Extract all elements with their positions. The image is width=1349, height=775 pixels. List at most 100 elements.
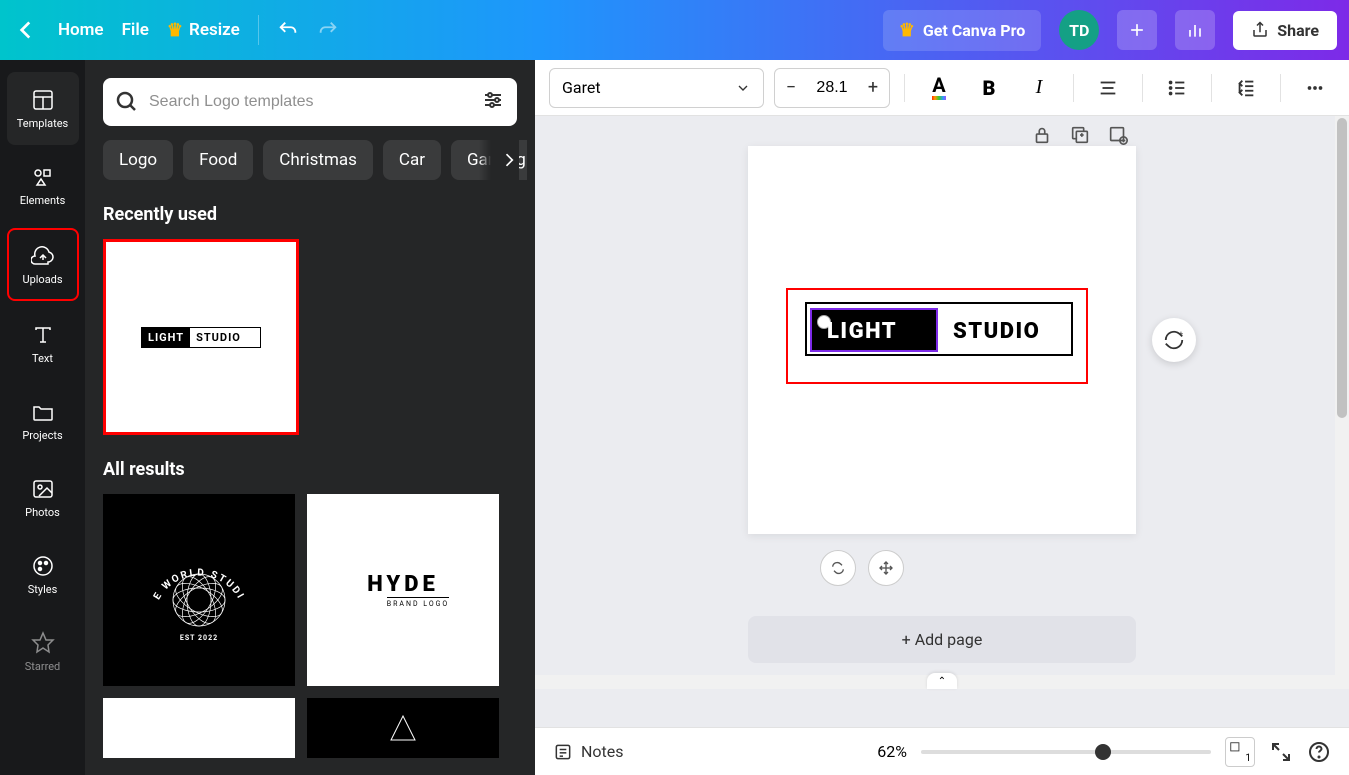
redo-button[interactable] [317, 19, 339, 41]
resize-button[interactable]: ♛ Resize [167, 20, 240, 41]
bold-button[interactable]: B [969, 68, 1009, 108]
file-menu[interactable]: File [122, 20, 149, 40]
filter-icon[interactable] [481, 88, 505, 116]
all-results-heading: All results [103, 459, 527, 480]
recently-used-heading: Recently used [103, 204, 527, 225]
nav-templates[interactable]: Templates [7, 72, 79, 145]
nav-uploads[interactable]: Uploads [7, 228, 79, 301]
vertical-scrollbar[interactable] [1335, 116, 1349, 689]
crown-icon: ♛ [899, 20, 915, 41]
search-icon [115, 90, 139, 114]
avatar[interactable]: TD [1059, 10, 1099, 50]
logo-text-light[interactable]: LIGHT [827, 319, 897, 344]
recent-logo-preview: LIGHT STUDIO [141, 327, 261, 348]
chip-car[interactable]: Car [383, 140, 441, 180]
nav-templates-label: Templates [17, 117, 68, 130]
svg-text:+: + [1179, 329, 1184, 339]
result-thumb-4[interactable] [307, 698, 499, 758]
lock-icon[interactable] [1031, 124, 1053, 146]
canvas-area: Garet − + A B I [535, 60, 1349, 775]
share-label: Share [1277, 21, 1319, 40]
chevron-down-icon [735, 80, 751, 96]
nav-projects[interactable]: Projects [7, 384, 79, 457]
recent-logo-left: LIGHT [142, 328, 190, 347]
notes-label: Notes [581, 742, 624, 761]
spacing-button[interactable] [1226, 68, 1266, 108]
undo-button[interactable] [277, 19, 299, 41]
nav-elements[interactable]: Elements [7, 149, 79, 222]
nav-starred-label: Starred [25, 660, 61, 673]
nav-photos[interactable]: Photos [7, 461, 79, 534]
hyde-subtitle: BRAND LOGO [387, 597, 450, 608]
more-options-button[interactable] [1295, 68, 1335, 108]
chip-food[interactable]: Food [183, 140, 253, 180]
svg-text:EST 2022: EST 2022 [180, 634, 218, 642]
chip-logo[interactable]: Logo [103, 140, 173, 180]
logo-text-studio[interactable]: STUDIO [953, 319, 1040, 344]
nav-styles[interactable]: Styles [7, 538, 79, 611]
share-button[interactable]: Share [1233, 11, 1337, 50]
element-controls [820, 550, 904, 586]
recent-logo-right: STUDIO [190, 328, 247, 347]
regenerate-button[interactable]: + [1152, 318, 1196, 362]
selection-box[interactable]: LIGHT STUDIO [786, 288, 1088, 384]
chip-christmas[interactable]: Christmas [263, 140, 373, 180]
font-size-control: − + [774, 68, 890, 108]
add-page-button[interactable]: + Add page [748, 616, 1136, 663]
get-pro-button[interactable]: ♛ Get Canva Pro [883, 10, 1042, 51]
pro-label: Get Canva Pro [923, 21, 1025, 40]
logo-frame[interactable]: LIGHT STUDIO [805, 302, 1073, 356]
align-button[interactable] [1088, 68, 1128, 108]
recent-template-thumb[interactable]: LIGHT STUDIO [103, 239, 299, 435]
nav-text[interactable]: Text [7, 307, 79, 380]
duplicate-page-icon[interactable] [1069, 124, 1091, 146]
notes-button[interactable]: Notes [553, 742, 624, 762]
collapse-bottom-handle[interactable]: ⌃ [927, 673, 957, 689]
chip-scroll-right[interactable] [479, 140, 519, 180]
page-actions [1031, 124, 1129, 146]
italic-button[interactable]: I [1019, 68, 1059, 108]
search-input[interactable] [149, 93, 471, 111]
hyde-title: HYDE [367, 572, 439, 597]
nav-starred[interactable]: Starred [7, 615, 79, 688]
text-toolbar: Garet − + A B I [535, 60, 1349, 116]
font-name: Garet [562, 78, 601, 97]
canvas-page[interactable]: LIGHT STUDIO + [748, 146, 1136, 534]
nav-uploads-label: Uploads [22, 273, 62, 286]
zoom-slider[interactable] [921, 750, 1211, 754]
side-nav: Templates Elements Uploads Text Projects… [0, 60, 85, 775]
add-blank-page-icon[interactable] [1107, 124, 1129, 146]
font-size-input[interactable] [807, 79, 857, 97]
home-button[interactable]: Home [58, 20, 104, 40]
nav-styles-label: Styles [28, 583, 58, 596]
nav-projects-label: Projects [22, 429, 62, 442]
result-thumb-3[interactable] [103, 698, 295, 758]
nav-text-label: Text [32, 352, 53, 365]
text-color-button[interactable]: A [919, 68, 959, 108]
fullscreen-icon[interactable] [1269, 740, 1293, 764]
result-thumb-hyde[interactable]: HYDE BRAND LOGO [307, 494, 499, 686]
sync-button[interactable] [820, 550, 856, 586]
list-button[interactable] [1157, 68, 1197, 108]
help-icon[interactable] [1307, 740, 1331, 764]
increase-size-button[interactable]: + [857, 77, 889, 98]
page-number: 1 [1245, 753, 1251, 764]
back-button[interactable] [12, 16, 40, 44]
category-chips: Logo Food Christmas Car Gaming [103, 140, 527, 180]
decrease-size-button[interactable]: − [775, 77, 807, 98]
zoom-knob[interactable] [1095, 744, 1111, 760]
crown-icon: ♛ [167, 20, 183, 41]
insights-button[interactable] [1175, 10, 1215, 50]
add-collaborator-button[interactable] [1117, 10, 1157, 50]
nav-photos-label: Photos [25, 506, 60, 519]
move-button[interactable] [868, 550, 904, 586]
canvas-viewport[interactable]: LIGHT STUDIO + + Add page ⌃ [535, 116, 1349, 727]
result-thumb-world-studios[interactable]: THE WORLD STUDIOS EST 2022 [103, 494, 295, 686]
bottom-bar: Notes 62% 1 [535, 727, 1349, 775]
top-bar: Home File ♛ Resize ♛ Get Canva Pro TD Sh… [0, 0, 1349, 60]
nav-elements-label: Elements [20, 194, 66, 207]
font-selector[interactable]: Garet [549, 68, 764, 108]
page-indicator[interactable]: 1 [1225, 737, 1255, 767]
search-box[interactable] [103, 78, 517, 126]
svg-text:THE WORLD STUDIOS: THE WORLD STUDIOS [139, 530, 246, 602]
